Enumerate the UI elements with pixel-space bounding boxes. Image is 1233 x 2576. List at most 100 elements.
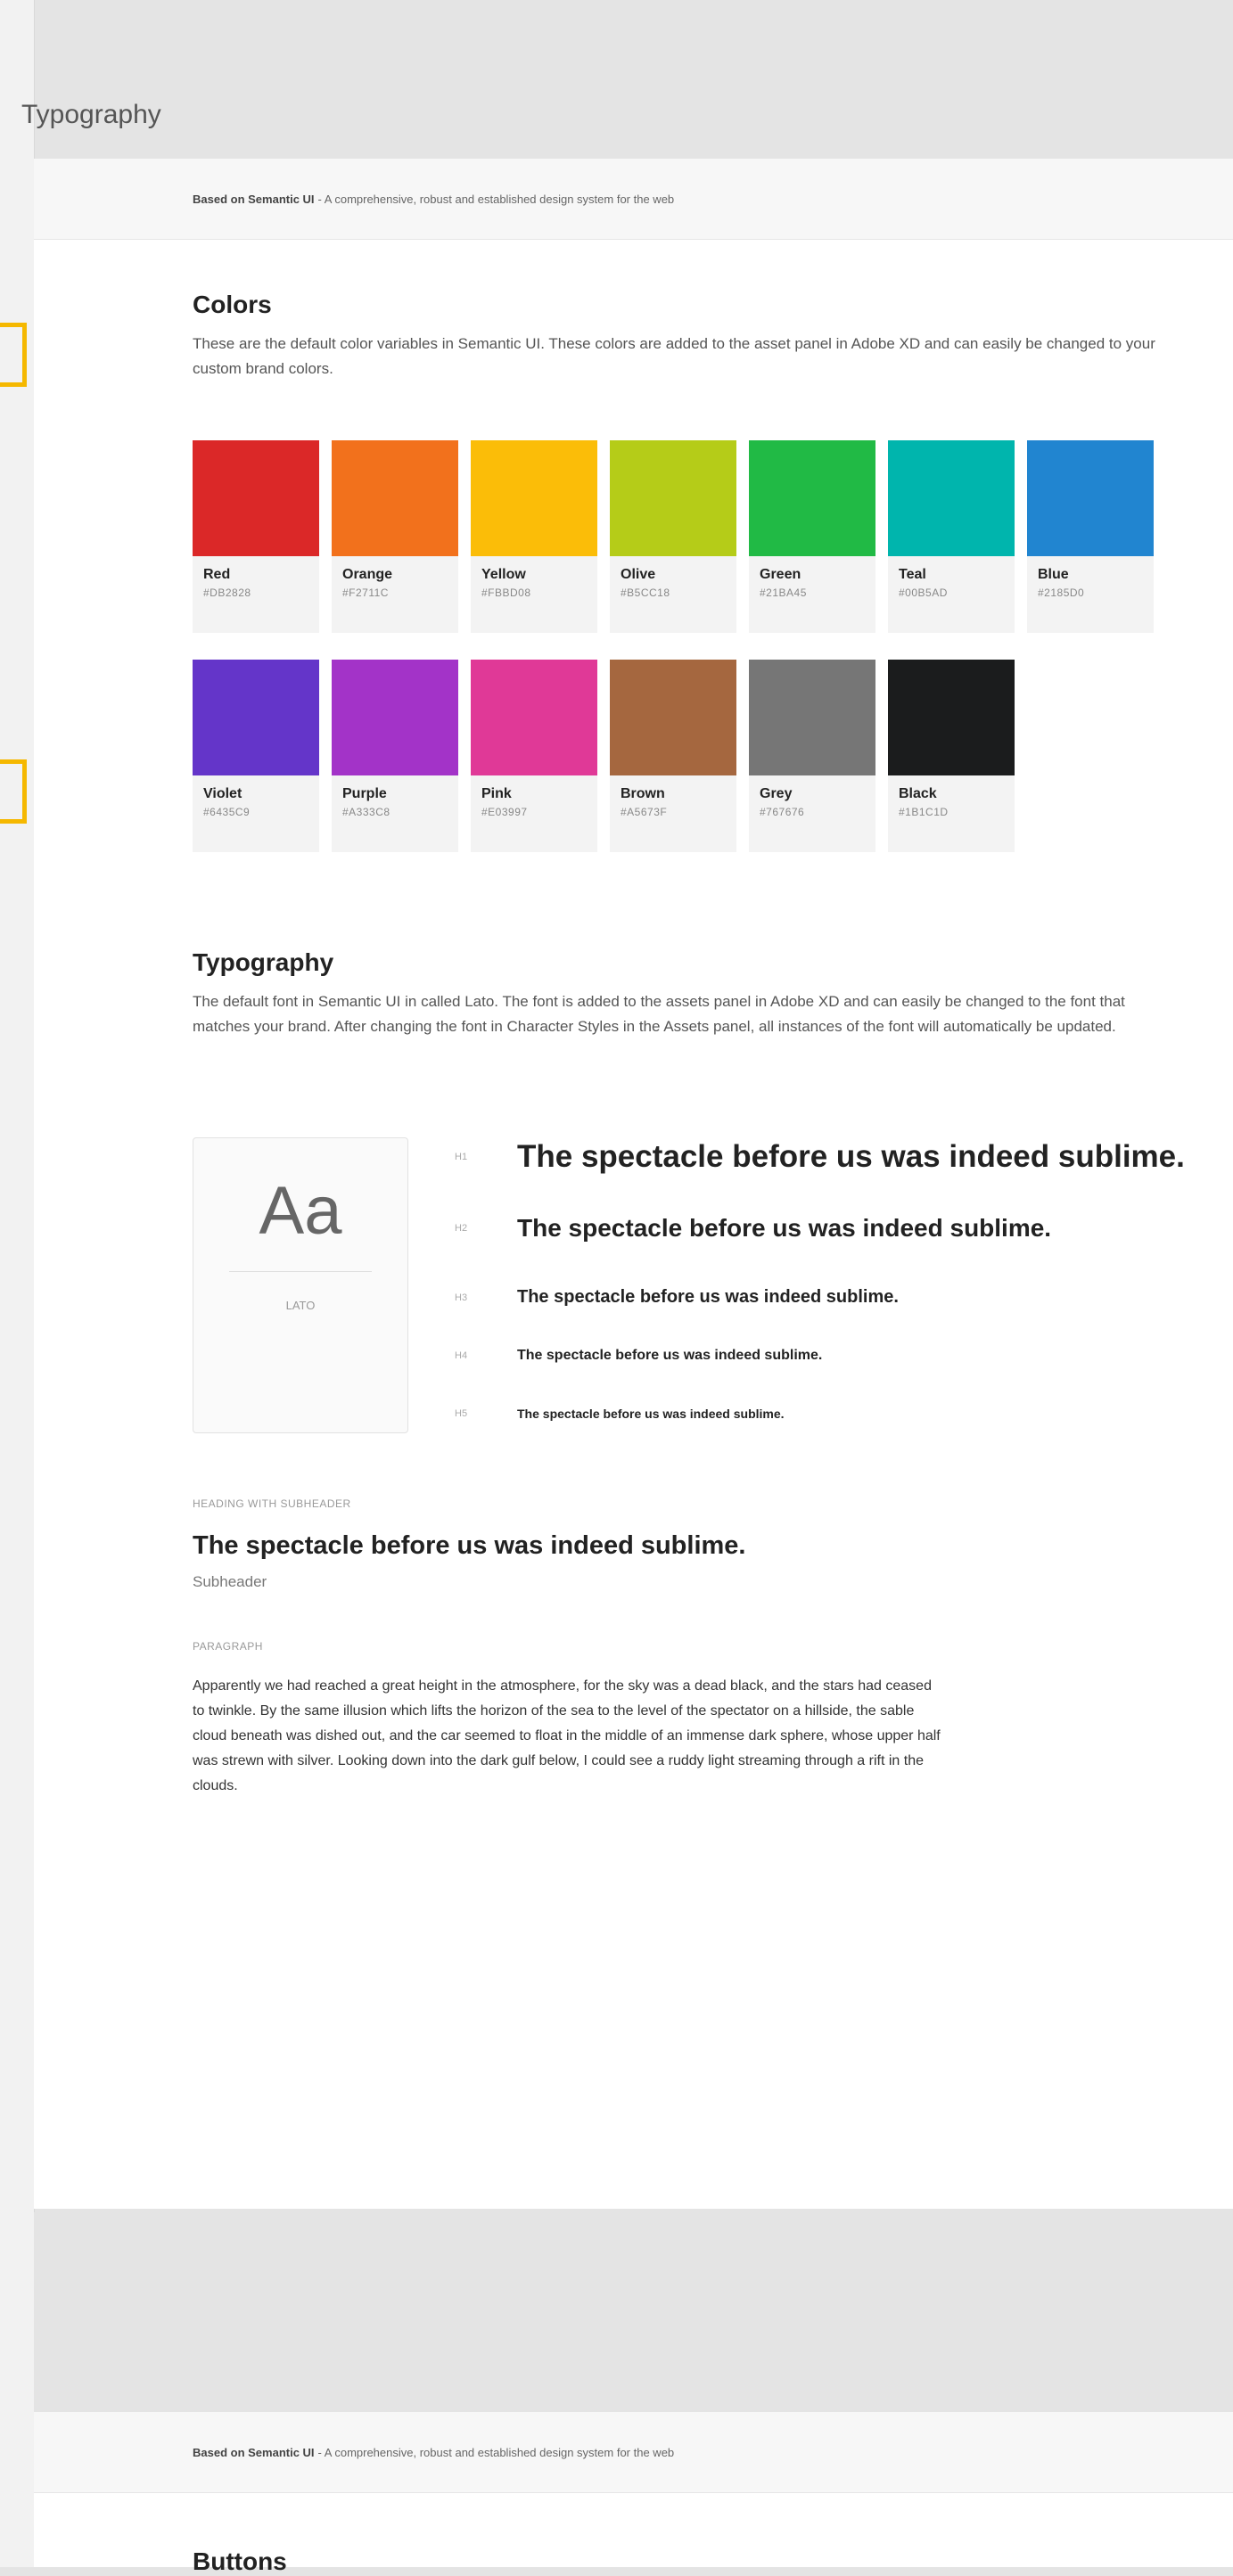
color-name: Brown [621, 786, 665, 801]
color-chip [888, 440, 1015, 556]
color-meta: Grey #767676 [749, 775, 875, 852]
typography-heading: Typography [193, 948, 334, 976]
banner-bold: Based on Semantic UI [193, 2445, 315, 2459]
color-chip [1027, 440, 1154, 556]
color-swatch-pink[interactable]: Pink #E03997 [471, 660, 597, 852]
color-name: Blue [1038, 567, 1069, 582]
color-swatch-violet[interactable]: Violet #6435C9 [193, 660, 319, 852]
color-meta: Teal #00B5AD [888, 556, 1015, 633]
color-swatch-brown[interactable]: Brown #A5673F [610, 660, 736, 852]
color-hex: #1B1C1D [899, 806, 949, 818]
color-chip [610, 660, 736, 775]
color-hex: #767676 [760, 806, 805, 818]
color-meta: Violet #6435C9 [193, 775, 319, 852]
color-chip [193, 660, 319, 775]
color-hex: #6435C9 [203, 806, 251, 818]
heading-tag: H5 [455, 1408, 468, 1419]
color-swatch-purple[interactable]: Purple #A333C8 [332, 660, 458, 852]
color-name: Green [760, 567, 801, 582]
heading-text: The spectacle before us was indeed subli… [517, 1214, 1052, 1242]
bottom-banner: Based on Semantic UI - A comprehensive, … [34, 2412, 1233, 2493]
heading-tag: H3 [455, 1292, 468, 1303]
font-sample: Aa [259, 1173, 342, 1249]
heading-text: The spectacle before us was indeed subli… [517, 1287, 899, 1307]
font-name: LATO [285, 1299, 316, 1312]
color-hex: #2185D0 [1038, 587, 1085, 599]
color-swatch-yellow[interactable]: Yellow #FBBD08 [471, 440, 597, 633]
colors-description: These are the default color variables in… [193, 335, 1155, 377]
color-swatch-grey[interactable]: Grey #767676 [749, 660, 875, 852]
heading-text: The spectacle before us was indeed subli… [517, 1348, 823, 1363]
heading-sample-h4: H4 The spectacle before us was indeed su… [455, 1348, 822, 1364]
color-hex: #FBBD08 [481, 587, 531, 599]
color-name: Violet [203, 786, 242, 801]
paragraph-block: PARAGRAPH Apparently we had reached a gr… [193, 1640, 1173, 1799]
colors-section: Colors These are the default color varia… [193, 291, 1173, 381]
font-preview-card: Aa LATO [193, 1137, 408, 1433]
color-name: Purple [342, 786, 387, 801]
heading-text: The spectacle before us was indeed subli… [517, 1407, 785, 1421]
color-swatch-row: Red #DB2828 Orange #F2711C Yellow #FBBD08 Oliv… [193, 440, 1173, 633]
banner-text: - A comprehensive, robust and establishe… [317, 2445, 675, 2459]
color-meta: Olive #B5CC18 [610, 556, 736, 633]
color-swatch-black[interactable]: Black #1B1C1D [888, 660, 1015, 852]
color-name: Orange [342, 567, 393, 582]
color-meta: Red #DB2828 [193, 556, 319, 633]
heading-sample-h3: H3 The spectacle before us was indeed su… [455, 1287, 899, 1308]
heading-with-subheader-block: HEADING WITH SUBHEADER The spectacle bef… [193, 1497, 1173, 1591]
color-hex: #DB2828 [203, 587, 251, 599]
color-name: Teal [899, 567, 926, 582]
color-swatch-green[interactable]: Green #21BA45 [749, 440, 875, 633]
divider [229, 1271, 372, 1272]
paragraph-text: Apparently we had reached a great height… [193, 1678, 941, 1793]
color-meta: Pink #E03997 [471, 775, 597, 852]
artboard-title-text: Typography [21, 100, 161, 129]
artboard-selection-marker[interactable] [0, 323, 27, 387]
buttons-section: Buttons [193, 2547, 1173, 2576]
color-meta: Blue #2185D0 [1027, 556, 1154, 633]
color-chip [332, 660, 458, 775]
color-name: Pink [481, 786, 512, 801]
color-hex: #00B5AD [899, 587, 948, 599]
color-chip [471, 660, 597, 775]
block-label: HEADING WITH SUBHEADER [193, 1497, 351, 1510]
color-chip [193, 440, 319, 556]
color-hex: #F2711C [342, 587, 389, 599]
color-hex: #A333C8 [342, 806, 390, 818]
heading-tag: H1 [455, 1152, 468, 1162]
heading-tag: H4 [455, 1350, 468, 1361]
color-hex: #A5673F [621, 806, 668, 818]
subheader-heading: The spectacle before us was indeed subli… [193, 1531, 746, 1560]
color-swatch-red[interactable]: Red #DB2828 [193, 440, 319, 633]
color-meta: Black #1B1C1D [888, 775, 1015, 852]
heading-sample-h2: H2 The spectacle before us was indeed su… [455, 1214, 1051, 1243]
colors-heading: Colors [193, 291, 272, 318]
color-swatch-blue[interactable]: Blue #2185D0 [1027, 440, 1154, 633]
color-chip [471, 440, 597, 556]
color-swatch-orange[interactable]: Orange #F2711C [332, 440, 458, 633]
heading-text: The spectacle before us was indeed subli… [517, 1139, 1185, 1174]
color-chip [749, 660, 875, 775]
top-banner: Based on Semantic UI - A comprehensive, … [34, 159, 1233, 240]
color-meta: Brown #A5673F [610, 775, 736, 852]
color-hex: #E03997 [481, 806, 528, 818]
subheader-text: Subheader [193, 1573, 267, 1590]
color-name: Olive [621, 567, 656, 582]
color-chip [332, 440, 458, 556]
typography-description: The default font in Semantic UI in calle… [193, 993, 1125, 1035]
color-chip [610, 440, 736, 556]
color-chip [888, 660, 1015, 775]
color-swatch-olive[interactable]: Olive #B5CC18 [610, 440, 736, 633]
banner-text: - A comprehensive, robust and establishe… [317, 192, 675, 206]
color-chip [749, 440, 875, 556]
heading-tag: H2 [455, 1223, 468, 1234]
artboard-selection-marker[interactable] [0, 759, 27, 824]
artboard-title[interactable]: Typography [21, 100, 161, 130]
color-hex: #21BA45 [760, 587, 807, 599]
typography-section: Typography The default font in Semantic … [193, 948, 1173, 1039]
color-name: Grey [760, 786, 793, 801]
color-meta: Yellow #FBBD08 [471, 556, 597, 633]
color-swatch-teal[interactable]: Teal #00B5AD [888, 440, 1015, 633]
color-meta: Green #21BA45 [749, 556, 875, 633]
color-name: Red [203, 567, 231, 582]
